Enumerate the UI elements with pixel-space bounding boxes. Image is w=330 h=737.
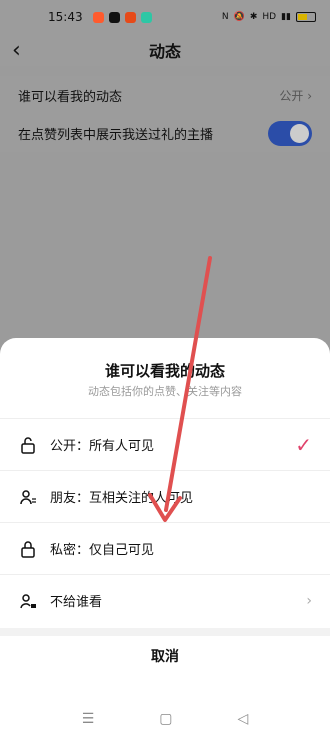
option-private[interactable]: 私密：仅自己可见 bbox=[0, 522, 330, 574]
option-label: 朋友：互相关注的人可见 bbox=[50, 491, 194, 506]
show-gift-toggle[interactable] bbox=[268, 120, 312, 146]
setting-who-can-see[interactable]: 谁可以看我的动态 公开 › bbox=[0, 76, 330, 114]
cancel-button[interactable]: 取消 bbox=[0, 646, 330, 666]
status-time: 15:43 bbox=[48, 10, 83, 24]
checkmark-icon: ✓ bbox=[295, 432, 312, 457]
hd-label: HD bbox=[262, 12, 277, 22]
back-nav-icon[interactable]: ◁ bbox=[238, 711, 249, 727]
nfc-icon: N bbox=[221, 12, 229, 22]
home-icon[interactable]: ▢ bbox=[159, 711, 172, 727]
lock-icon bbox=[18, 539, 38, 559]
menu-icon[interactable]: ☰ bbox=[82, 711, 95, 727]
setting-value: 公开 › bbox=[279, 88, 312, 103]
app-notification-icon bbox=[124, 11, 136, 23]
bluetooth-icon: ✱ bbox=[249, 12, 258, 22]
setting-label: 在点赞列表中展示我送过礼的主播 bbox=[18, 127, 214, 143]
app-notification-icon bbox=[92, 11, 104, 23]
chevron-right-icon: › bbox=[306, 592, 312, 609]
page-header: ‹ 动态 bbox=[0, 34, 330, 66]
option-friends[interactable]: 朋友：互相关注的人可见 bbox=[0, 470, 330, 522]
chevron-left-icon[interactable]: ‹ bbox=[12, 38, 21, 63]
unlock-icon bbox=[18, 435, 38, 455]
setting-show-gift: 在点赞列表中展示我送过礼的主播 bbox=[0, 114, 330, 152]
option-block-list[interactable]: 不给谁看 › bbox=[0, 574, 330, 626]
option-label: 不给谁看 bbox=[50, 595, 103, 610]
system-nav-bar: ☰ ▢ ◁ bbox=[0, 701, 330, 737]
battery-icon bbox=[296, 12, 316, 22]
signal-icon: ▮▮ bbox=[281, 12, 291, 22]
sheet-subtitle: 动态包括你的点赞、关注等内容 bbox=[88, 385, 242, 398]
sheet-divider bbox=[0, 628, 330, 636]
mute-icon: 🔕 bbox=[233, 12, 245, 22]
setting-label: 谁可以看我的动态 bbox=[18, 89, 123, 105]
page-title: 动态 bbox=[148, 42, 181, 61]
friends-icon bbox=[18, 487, 38, 507]
app-notification-icon bbox=[108, 11, 120, 23]
sheet-title: 谁可以看我的动态 bbox=[104, 362, 225, 380]
status-bar: 15:43 N 🔕 ✱ HD ▮▮ bbox=[0, 0, 330, 34]
user-lock-icon bbox=[18, 591, 38, 611]
option-label: 私密：仅自己可见 bbox=[50, 543, 155, 558]
privacy-bottom-sheet: 谁可以看我的动态 动态包括你的点赞、关注等内容 公开：所有人可见 ✓ 朋友：互相… bbox=[0, 338, 330, 737]
option-public[interactable]: 公开：所有人可见 ✓ bbox=[0, 418, 330, 470]
status-app-icons bbox=[92, 11, 152, 23]
status-indicators: N 🔕 ✱ HD ▮▮ bbox=[222, 12, 316, 22]
option-label: 公开：所有人可见 bbox=[50, 439, 155, 454]
app-notification-icon bbox=[140, 11, 152, 23]
